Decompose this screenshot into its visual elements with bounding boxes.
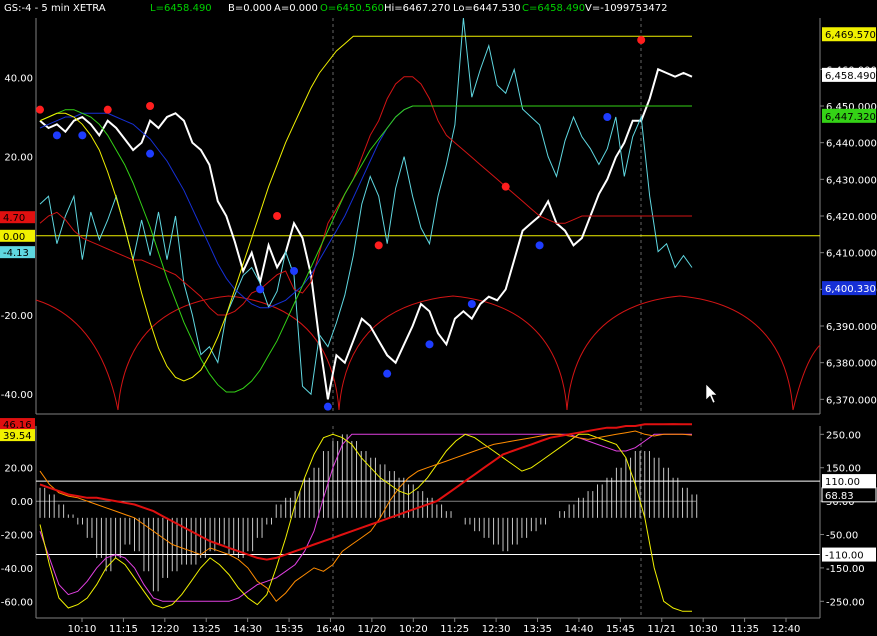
left-axis-label: 20.00 — [4, 464, 33, 475]
left-axis-label: 20.00 — [4, 153, 33, 164]
left-value-badge-label: 0.00 — [3, 232, 25, 243]
left-axis-label: -40.00 — [1, 564, 33, 575]
red-dot-marker — [501, 182, 510, 191]
right-axis-label: -250.00 — [826, 597, 865, 608]
x-axis-label: 11/20 — [357, 624, 386, 635]
top-panel[interactable] — [35, 17, 821, 415]
header-ask: A=0.000 — [274, 3, 318, 14]
x-axis-label: 13:25 — [192, 624, 221, 635]
header-close: C=6458.490 — [522, 3, 585, 14]
right-axis-label: 150.00 — [826, 464, 861, 475]
header-bid: B=0.000 — [228, 3, 272, 14]
right-axis-label: 250.00 — [826, 430, 861, 441]
header-high: Hi=6467.270 — [384, 3, 450, 14]
right-value-badge-label: -110.00 — [825, 551, 864, 562]
blue-dot-marker — [603, 113, 612, 121]
x-axis-label: 10:30 — [689, 624, 718, 635]
x-axis-label: 11/21 — [647, 624, 676, 635]
red-dot-marker — [637, 36, 646, 44]
right-axis-label: 6,390.000 — [826, 322, 877, 333]
x-axis-label: 11:25 — [440, 624, 469, 635]
x-axis-label: 14:30 — [233, 624, 262, 635]
blue-dot-marker — [323, 402, 332, 411]
x-axis-label: 12:40 — [772, 624, 801, 635]
header-volume: V=-1099753472 — [585, 3, 667, 14]
blue-dot-marker — [52, 131, 61, 140]
right-axis-label: 6,380.000 — [826, 359, 877, 370]
header-open: O=6450.560 — [320, 3, 384, 14]
left-axis-label: -20.00 — [1, 311, 33, 322]
right-axis-label: -50.00 — [826, 531, 858, 542]
x-axis-label: 10:10 — [68, 624, 97, 635]
header-symbol: GS:-4 - 5 min XETRA — [4, 3, 106, 14]
series-green — [39, 105, 692, 393]
blue-dot-marker — [425, 340, 434, 349]
blue-dot-marker — [467, 300, 476, 308]
left-axis-label: -40.00 — [1, 390, 33, 401]
x-axis-label: 12:30 — [482, 624, 511, 635]
header-bar: GS:-4 - 5 min XETRA L=6458.490 B=0.000 A… — [4, 3, 667, 14]
chart-canvas[interactable]: GS:-4 - 5 min XETRA L=6458.490 B=0.000 A… — [0, 0, 877, 636]
blue-dot-marker — [290, 267, 299, 275]
left-axis-label: -20.00 — [1, 531, 33, 542]
right-axis-label: 6,420.000 — [826, 212, 877, 223]
right-value-badge-label: 6,458.490 — [825, 71, 876, 82]
bottom-panel[interactable] — [35, 423, 821, 619]
right-value-badge-label: 6,400.330 — [825, 284, 876, 295]
x-axis-label: 13:35 — [523, 624, 552, 635]
cycle-arc — [338, 295, 568, 411]
red-dot-marker — [36, 105, 44, 114]
cycle-arc — [117, 295, 340, 411]
right-axis-label: 6,430.000 — [826, 175, 877, 186]
blue-dot-marker — [383, 369, 392, 378]
red-dot-marker — [273, 212, 282, 220]
blue-dot-marker — [78, 131, 87, 140]
header-low: Lo=6447.530 — [453, 3, 521, 14]
left-value-badge-label: 39.54 — [3, 431, 32, 442]
x-axis-label: 14:40 — [565, 624, 594, 635]
left-value-badge-label: -4.13 — [3, 248, 29, 259]
red-dot-marker — [103, 105, 112, 114]
cycle-arc — [35, 299, 119, 411]
right-axis-label: 6,370.000 — [826, 395, 877, 406]
x-axis-label: 15:35 — [275, 624, 304, 635]
right-value-badge-label: 6,447.320 — [825, 112, 876, 123]
right-value-badge-label: 110.00 — [825, 477, 860, 488]
red-dot-marker — [374, 241, 383, 250]
blue-dot-marker — [535, 241, 544, 250]
x-axis-label: 16:40 — [316, 624, 345, 635]
blue-dot-marker — [146, 149, 155, 158]
right-axis-label: 6,440.000 — [826, 139, 877, 150]
x-axis-label: 10:20 — [399, 624, 428, 635]
right-axis-label: 6,410.000 — [826, 249, 877, 260]
cycle-arc — [566, 295, 794, 411]
x-axis-label: 11:35 — [730, 624, 759, 635]
right-value-badge-label: 6,469.570 — [825, 30, 876, 41]
right-value-badge-label: 68.83 — [825, 491, 854, 502]
blue-dot-marker — [256, 285, 265, 294]
series-price — [39, 67, 693, 400]
x-axis-label: 11:15 — [109, 624, 138, 635]
cycle-arcs — [35, 295, 821, 411]
x-axis-label: 12:20 — [150, 624, 179, 635]
red-dot-marker — [146, 102, 155, 110]
arrow-cursor-icon — [705, 383, 718, 404]
header-last: L=6458.490 — [150, 3, 212, 14]
cycle-arc — [792, 344, 821, 411]
left-axis-label: -60.00 — [1, 597, 33, 608]
left-axis-label: 0.00 — [11, 497, 33, 508]
left-axis-label: 40.00 — [4, 73, 33, 84]
x-axis-label: 15:45 — [606, 624, 635, 635]
left-value-badge-label: 4.70 — [3, 213, 25, 224]
right-axis-label: -150.00 — [826, 564, 865, 575]
